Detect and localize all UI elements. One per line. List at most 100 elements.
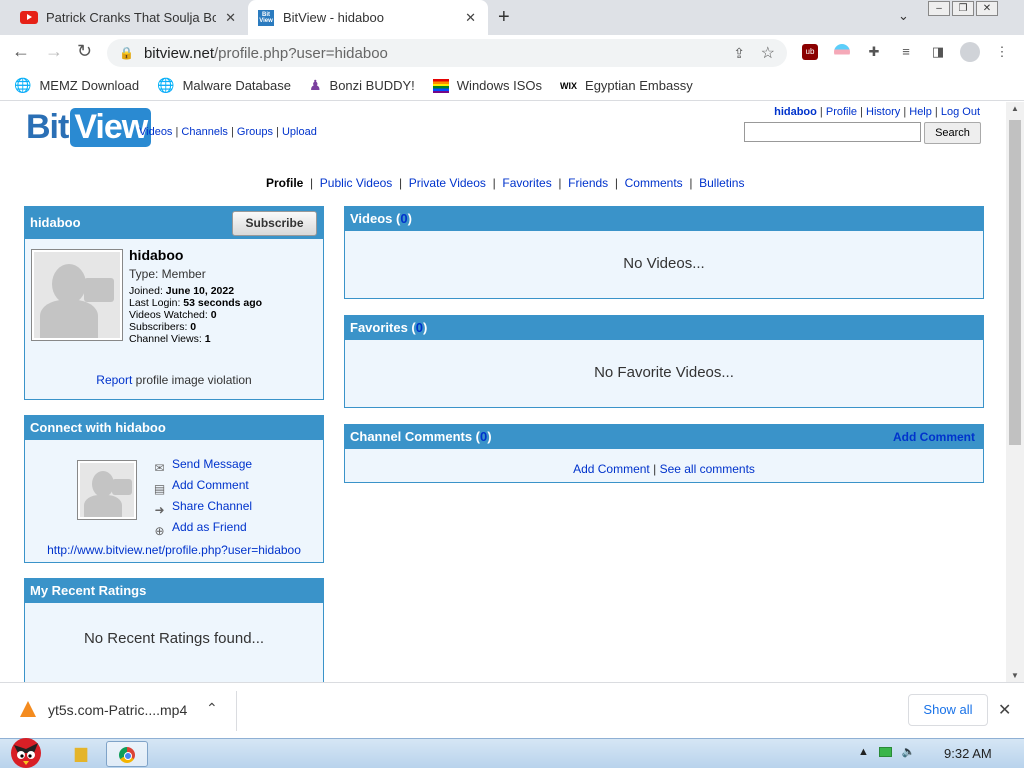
stat-label: Videos Watched: <box>129 309 211 321</box>
send-message-row[interactable]: ✉ Send Message <box>151 454 252 475</box>
last-login-value: 53 seconds ago <box>183 297 263 309</box>
bookmark-star-icon[interactable]: ☆ <box>761 43 775 63</box>
lock-icon[interactable]: 🔒 <box>119 46 134 60</box>
profile-avatar-icon[interactable] <box>960 42 980 62</box>
user-link-history[interactable]: History <box>866 106 900 118</box>
channel-url-link[interactable]: http://www.bitview.net/profile.php?user=… <box>47 543 301 557</box>
new-tab-icon[interactable]: + <box>498 6 510 29</box>
add-friend-link[interactable]: Add as Friend <box>172 517 247 538</box>
reload-icon[interactable]: ↻ <box>77 41 92 62</box>
nav-groups[interactable]: Groups <box>237 126 273 138</box>
volume-icon[interactable]: 🔈 <box>902 745 916 758</box>
bonzi-icon: ♟ <box>308 77 322 93</box>
user-link-profile[interactable]: Profile <box>826 106 857 118</box>
favorites-empty: No Favorite Videos... <box>594 364 734 381</box>
add-comment-row[interactable]: ▤ Add Comment <box>151 475 252 496</box>
show-all-button[interactable]: Show all <box>908 694 988 726</box>
taskbar-chrome[interactable] <box>106 741 148 767</box>
page-scrollbar[interactable]: ▲ ▼ <box>1006 102 1024 682</box>
globe-icon: 🌐 <box>14 77 32 93</box>
taskbar-explorer[interactable]: ▆ <box>60 741 102 767</box>
subscribers-value: 0 <box>190 321 197 333</box>
vlc-file-icon <box>20 701 36 717</box>
subscribe-button[interactable]: Subscribe <box>232 211 317 236</box>
profile-avatar[interactable] <box>31 249 123 341</box>
nav-channels[interactable]: Channels <box>181 126 227 138</box>
add-friend-row[interactable]: ⊕ Add as Friend <box>151 517 252 538</box>
page-content: Bit View Videos | Channels | Groups | Upl… <box>0 102 1006 682</box>
bookmark-egyptian-embassy[interactable]: WIX Egyptian Embassy <box>560 78 693 93</box>
ublock-icon[interactable]: ub <box>802 44 818 60</box>
subnav-private-videos[interactable]: Private Videos <box>409 176 486 190</box>
subnav-friends[interactable]: Friends <box>568 176 608 190</box>
battery-icon[interactable] <box>878 746 892 757</box>
close-tab-icon[interactable]: ✕ <box>465 10 476 26</box>
share-icon[interactable]: ⇪ <box>733 45 745 62</box>
forward-icon[interactable]: → <box>45 41 63 62</box>
stat-label: Channel Views: <box>129 333 205 345</box>
profile-box-header: hidaboo Subscribe <box>25 207 323 239</box>
share-channel-link[interactable]: Share Channel <box>172 496 252 517</box>
url-host: bitview.net <box>143 44 214 62</box>
header-paren: ) <box>487 429 492 444</box>
favorites-count[interactable]: 0 <box>416 320 423 335</box>
extension-flag-icon[interactable] <box>834 44 850 60</box>
chevron-up-icon[interactable]: ⌃ <box>206 700 218 717</box>
start-button-icon[interactable] <box>4 731 48 769</box>
chevron-down-icon[interactable]: ⌄ <box>898 8 909 24</box>
user-link-help[interactable]: Help <box>909 106 932 118</box>
back-icon[interactable]: ← <box>12 41 30 62</box>
send-message-link[interactable]: Send Message <box>172 454 252 475</box>
search-input[interactable] <box>744 122 921 142</box>
videos-header: Videos (0) <box>345 207 983 231</box>
scroll-up-icon[interactable]: ▲ <box>1011 104 1019 113</box>
user-link-logout[interactable]: Log Out <box>941 106 980 118</box>
add-comment-link[interactable]: Add Comment <box>573 462 650 476</box>
add-comment-link[interactable]: Add Comment <box>172 475 249 496</box>
user-link-hidaboo[interactable]: hidaboo <box>774 106 817 118</box>
scrollbar-thumb[interactable] <box>1009 120 1021 445</box>
scroll-down-icon[interactable]: ▼ <box>1011 671 1019 680</box>
report-link[interactable]: Report <box>96 373 132 387</box>
connect-avatar[interactable] <box>77 460 137 520</box>
close-tab-icon[interactable]: ✕ <box>225 10 236 26</box>
channel-url[interactable]: http://www.bitview.net/profile.php?user=… <box>25 543 323 557</box>
subnav-public-videos[interactable]: Public Videos <box>320 176 393 190</box>
menu-icon[interactable]: ⋮ <box>994 44 1010 60</box>
subnav-bulletins[interactable]: Bulletins <box>699 176 744 190</box>
videos-count[interactable]: 0 <box>400 211 407 226</box>
close-window-icon[interactable]: ✕ <box>976 1 998 16</box>
bookmark-malware-database[interactable]: 🌐 Malware Database <box>157 77 291 94</box>
subnav-profile[interactable]: Profile <box>266 176 303 190</box>
subnav-comments[interactable]: Comments <box>625 176 683 190</box>
puzzle-icon[interactable]: ✚ <box>866 44 882 60</box>
tab-youtube[interactable]: Patrick Cranks That Soulja Boy ✕ <box>10 0 248 35</box>
nav-upload[interactable]: Upload <box>282 126 317 138</box>
channel-views-value: 1 <box>204 333 211 345</box>
see-all-comments-link[interactable]: See all comments <box>660 462 755 476</box>
download-filename[interactable]: yt5s.com-Patric....mp4 <box>48 702 187 718</box>
user-nav: hidaboo | Profile | History | Help | Log… <box>774 106 980 118</box>
bookmark-bonzi[interactable]: ♟ Bonzi BUDDY! <box>309 77 415 94</box>
side-panel-icon[interactable]: ◨ <box>930 44 946 60</box>
add-comment-header-link[interactable]: Add Comment <box>893 425 975 449</box>
subnav-favorites[interactable]: Favorites <box>502 176 551 190</box>
nav-videos[interactable]: Videos <box>139 126 172 138</box>
close-icon[interactable]: ✕ <box>998 700 1011 720</box>
share-channel-row[interactable]: ➜ Share Channel <box>151 496 252 517</box>
recent-ratings-box: My Recent Ratings No Recent Ratings foun… <box>24 578 324 682</box>
header-text: Videos ( <box>350 211 401 226</box>
stat-label: Joined: <box>129 285 166 297</box>
taskbar-clock[interactable]: 9:32 AM <box>944 746 992 761</box>
restore-icon[interactable]: ❐ <box>952 1 974 16</box>
address-bar[interactable]: 🔒 bitview.net/profile.php?user=hidaboo ⇪… <box>107 39 787 67</box>
bitview-logo[interactable]: Bit View <box>26 108 152 147</box>
search-button[interactable]: Search <box>924 122 981 144</box>
bookmark-memz[interactable]: 🌐 MEMZ Download <box>14 77 139 94</box>
media-control-icon[interactable]: ≡ <box>898 44 914 60</box>
tab-bitview[interactable]: Bit View BitView - hidaboo ✕ <box>248 0 488 35</box>
tray-expand-icon[interactable]: ▲ <box>858 746 869 758</box>
minimize-icon[interactable]: – <box>928 1 950 16</box>
bookmark-windows-isos[interactable]: Windows ISOs <box>432 78 542 93</box>
window-controls: – ❐ ✕ <box>928 1 998 16</box>
